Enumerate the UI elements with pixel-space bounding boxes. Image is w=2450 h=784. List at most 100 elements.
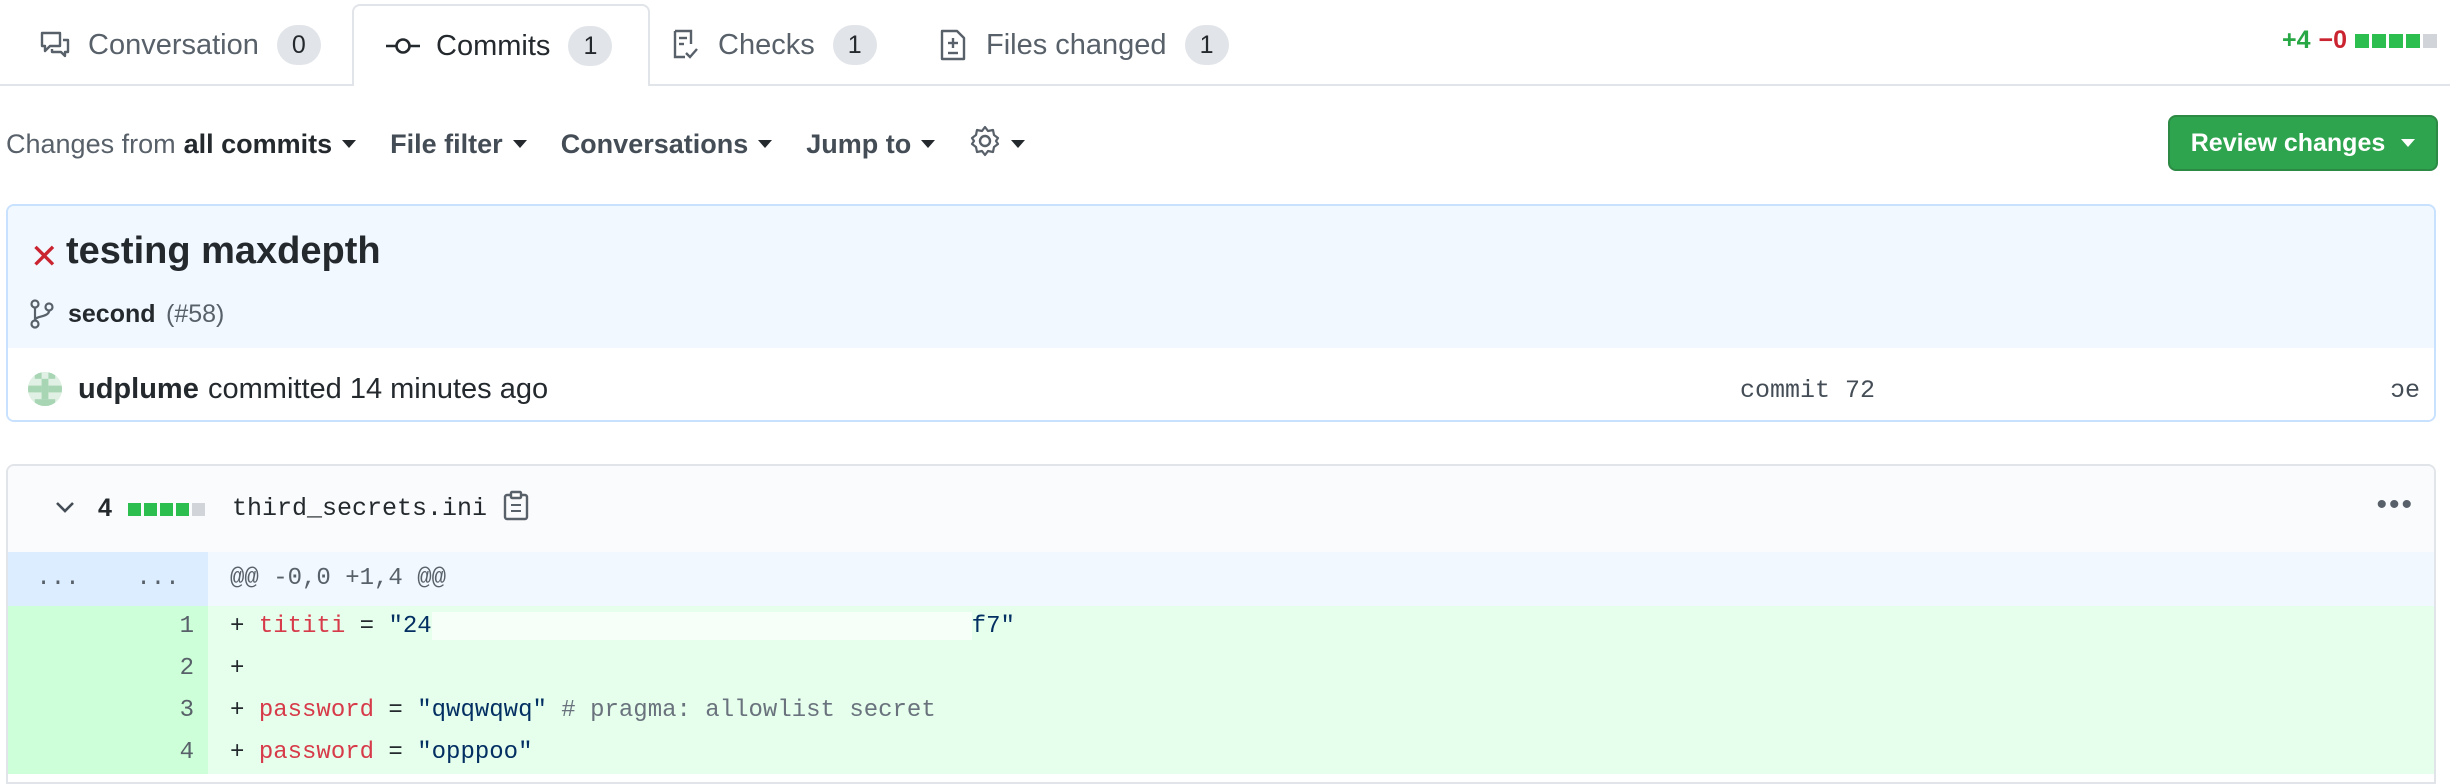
file-name-link[interactable]: third_secrets.ini <box>232 494 487 523</box>
diff-line: 1 + tititi = "24 f7" <box>8 606 2434 648</box>
diff-line: 2 + <box>8 648 2434 690</box>
caret-down-icon <box>512 140 527 148</box>
hunk-header: @@ -0,0 +1,4 @@ <box>230 565 447 592</box>
commit-meta-row: udplume committed 14 minutes ago commit … <box>8 348 2434 420</box>
tab-count: 1 <box>1184 25 1229 65</box>
tab-commits[interactable]: Commits 1 <box>352 4 650 86</box>
code-value-end: f7" <box>971 613 1015 640</box>
file-diffstat-blocks <box>128 503 208 516</box>
code-value: "opppoo" <box>417 739 533 766</box>
jump-to-dropdown[interactable]: Jump to <box>806 128 936 160</box>
tab-files-changed[interactable]: Files changed 1 <box>936 6 1229 84</box>
code-line: + password = "opppoo" <box>230 732 532 774</box>
code-key: password <box>258 739 375 766</box>
avatar[interactable] <box>28 372 62 406</box>
jump-to-label: Jump to <box>806 128 912 159</box>
branch-name[interactable]: second <box>68 300 156 329</box>
comment-discussion-icon <box>38 28 72 62</box>
old-line-number[interactable] <box>8 606 108 648</box>
diffstat-block <box>2423 33 2437 48</box>
tab-count: 0 <box>276 25 321 65</box>
tab-count: 1 <box>568 26 613 66</box>
changes-from-value: all commits <box>183 128 333 159</box>
new-line-number[interactable]: 1 <box>108 606 208 648</box>
checklist-icon <box>668 28 702 62</box>
new-line-number[interactable]: 3 <box>108 690 208 732</box>
file-filter-dropdown[interactable]: File filter <box>390 129 527 160</box>
diffstat-block <box>2372 33 2386 48</box>
tab-label: Files changed <box>986 28 1167 61</box>
plus-marker: + <box>230 739 259 766</box>
deletions-count: −0 <box>2318 26 2347 54</box>
kebab-horizontal-icon[interactable]: ••• <box>2376 488 2414 522</box>
diffstat-block <box>160 503 173 516</box>
code-line: + <box>230 648 244 690</box>
caret-down-icon <box>1011 140 1026 148</box>
hunk-header-row: ... ... @@ -0,0 +1,4 @@ <box>8 552 2434 606</box>
diff-line: 4 + password = "opppoo" <box>8 732 2434 774</box>
commit-sha-end: ɔe <box>2389 376 2420 405</box>
clipboard-icon[interactable] <box>502 490 530 527</box>
expand-down-button[interactable]: ... <box>108 552 208 606</box>
caret-down-icon <box>758 140 773 148</box>
chevron-down-icon[interactable] <box>52 494 78 525</box>
commit-author[interactable]: udplume <box>78 373 199 406</box>
code-eq: = <box>374 739 418 766</box>
caret-down-icon <box>921 140 936 148</box>
old-line-number[interactable] <box>8 690 108 732</box>
tab-label: Conversation <box>88 28 259 61</box>
review-changes-button[interactable]: Review changes <box>2168 115 2438 171</box>
diffstat: +4 −0 <box>2282 26 2440 55</box>
settings-dropdown[interactable] <box>969 125 1026 164</box>
file-diff: 4 third_secrets.ini ••• ... ... @@ -0,0 … <box>6 464 2436 784</box>
tab-label: Checks <box>718 28 815 61</box>
plus-marker: + <box>230 655 245 682</box>
code-comment: # pragma: allowlist secret <box>546 697 936 724</box>
diffstat-block <box>192 503 205 516</box>
code-key: tititi <box>258 613 346 640</box>
code-line: + password = "qwqwqwq" # pragma: allowli… <box>230 690 936 732</box>
diffstat-block <box>144 503 157 516</box>
file-header: 4 third_secrets.ini ••• <box>8 466 2434 554</box>
code-eq: = <box>345 613 389 640</box>
old-line-number[interactable] <box>8 732 108 774</box>
diffstat-block <box>2389 33 2403 48</box>
new-line-number[interactable]: 2 <box>108 648 208 690</box>
tab-count: 1 <box>832 25 877 65</box>
diffstat-blocks <box>2355 33 2440 48</box>
pr-number-link[interactable]: (#58) <box>166 300 224 329</box>
conversations-dropdown[interactable]: Conversations <box>561 129 773 160</box>
x-fail-icon[interactable]: ✕ <box>30 240 59 274</box>
redaction-mask <box>1876 368 2396 408</box>
plus-marker: + <box>230 697 259 724</box>
code-value: "24 <box>388 613 432 640</box>
code-value: "qwqwqwq" <box>417 697 547 724</box>
git-branch-icon <box>28 298 56 335</box>
commit-time: committed 14 minutes ago <box>208 373 549 405</box>
code-key: password <box>258 697 375 724</box>
additions-count: +4 <box>2281 26 2311 54</box>
diffstat-block <box>128 503 141 516</box>
redaction-mask <box>431 611 972 640</box>
tab-conversation[interactable]: Conversation 0 <box>38 6 321 84</box>
file-change-count: 4 <box>98 494 112 522</box>
old-line-number[interactable] <box>8 648 108 690</box>
code-line: + tititi = "24 f7" <box>230 606 1015 648</box>
commit-panel: ✕ testing maxdepth second (#58) udplume … <box>6 204 2436 422</box>
changes-from-prefix: Changes from <box>6 128 176 159</box>
tab-checks[interactable]: Checks 1 <box>668 6 877 84</box>
conversations-label: Conversations <box>560 128 749 159</box>
caret-down-icon <box>2401 139 2416 147</box>
diffstat-block <box>176 503 189 516</box>
diff-line: 3 + password = "qwqwqwq" # pragma: allow… <box>8 690 2434 732</box>
new-line-number[interactable]: 4 <box>108 732 208 774</box>
commit-sha: commit 72 <box>1740 376 1876 405</box>
changes-from-dropdown[interactable]: Changes from all commits <box>6 128 357 160</box>
commit-header: ✕ testing maxdepth second (#58) <box>8 206 2434 350</box>
file-filter-label: File filter <box>390 128 503 159</box>
code-eq: = <box>374 697 418 724</box>
git-commit-icon <box>386 29 420 63</box>
tab-label: Commits <box>436 29 551 62</box>
file-diff-icon <box>936 28 970 62</box>
expand-up-button[interactable]: ... <box>8 552 108 606</box>
